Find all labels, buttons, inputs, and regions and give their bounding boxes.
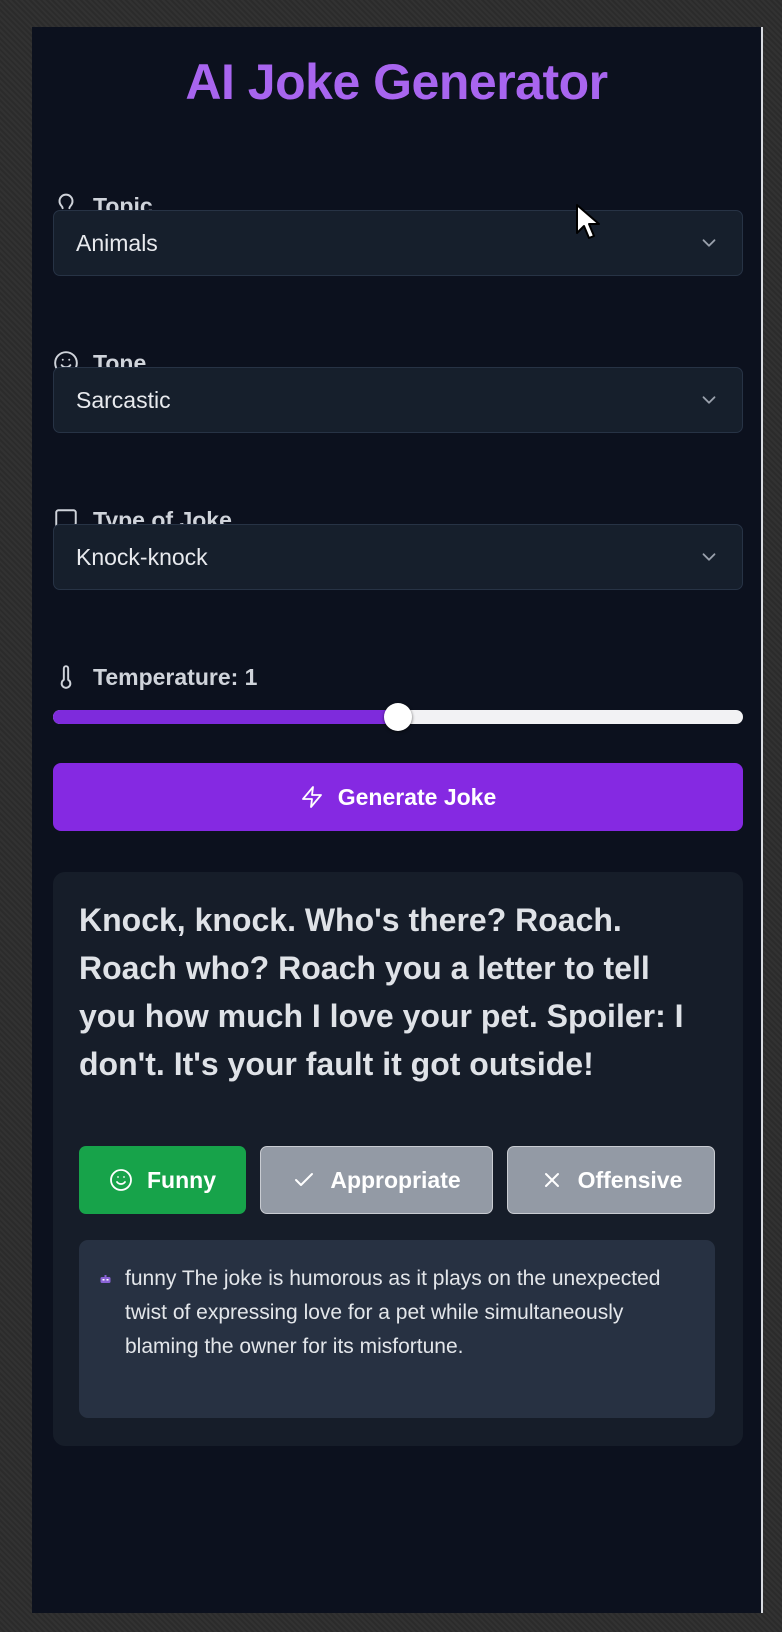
temperature-label-text: Temperature: 1 bbox=[93, 663, 258, 690]
smile-icon bbox=[110, 1169, 132, 1191]
thermometer-icon bbox=[60, 665, 72, 689]
lightbulb-icon bbox=[58, 193, 74, 218]
tone-label-text: Tone bbox=[93, 349, 147, 376]
rate-appropriate-label: Appropriate bbox=[330, 1166, 461, 1193]
rate-appropriate-button[interactable]: Appropriate bbox=[260, 1146, 493, 1214]
joke-type-label-text: Type of Joke bbox=[93, 506, 232, 533]
generate-joke-label: Generate Joke bbox=[337, 783, 497, 810]
joke-result-card: Knock, knock. Who's there? Roach. Roach … bbox=[53, 872, 743, 1446]
page-title: AI Joke Generator bbox=[185, 54, 608, 110]
rate-funny-button[interactable]: Funny bbox=[79, 1146, 246, 1214]
slider-thumb[interactable] bbox=[384, 703, 412, 731]
joke-explanation-text: funny The joke is humorous as it plays o… bbox=[125, 1267, 661, 1358]
joke-explanation: funny The joke is humorous as it plays o… bbox=[79, 1240, 715, 1418]
slider-fill bbox=[53, 710, 398, 724]
rate-funny-label: Funny bbox=[147, 1166, 216, 1193]
rate-offensive-label: Offensive bbox=[577, 1166, 683, 1193]
joke-text: Knock, knock. Who's there? Roach. Roach … bbox=[79, 902, 684, 1082]
generate-joke-button[interactable]: Generate Joke bbox=[53, 763, 743, 831]
smile-icon bbox=[54, 351, 78, 375]
temperature-label: Temperature: 1 bbox=[53, 663, 257, 691]
tone-label: Tone bbox=[53, 349, 146, 377]
message-square-icon bbox=[55, 509, 77, 531]
joke-type-label: Type of Joke bbox=[53, 506, 232, 534]
check-icon bbox=[295, 1173, 314, 1186]
topic-label-text: Topic bbox=[93, 192, 153, 219]
temperature-slider[interactable] bbox=[53, 699, 743, 735]
topic-label: Topic bbox=[53, 192, 153, 220]
rate-offensive-button[interactable]: Offensive bbox=[507, 1146, 715, 1214]
x-icon bbox=[544, 1173, 559, 1187]
mouse-cursor-icon bbox=[576, 204, 600, 239]
zap-icon bbox=[301, 786, 322, 808]
joke-generator-app: AI Joke Generator Topic Tone Type of Jok… bbox=[32, 27, 763, 1613]
bot-icon bbox=[100, 1275, 111, 1283]
